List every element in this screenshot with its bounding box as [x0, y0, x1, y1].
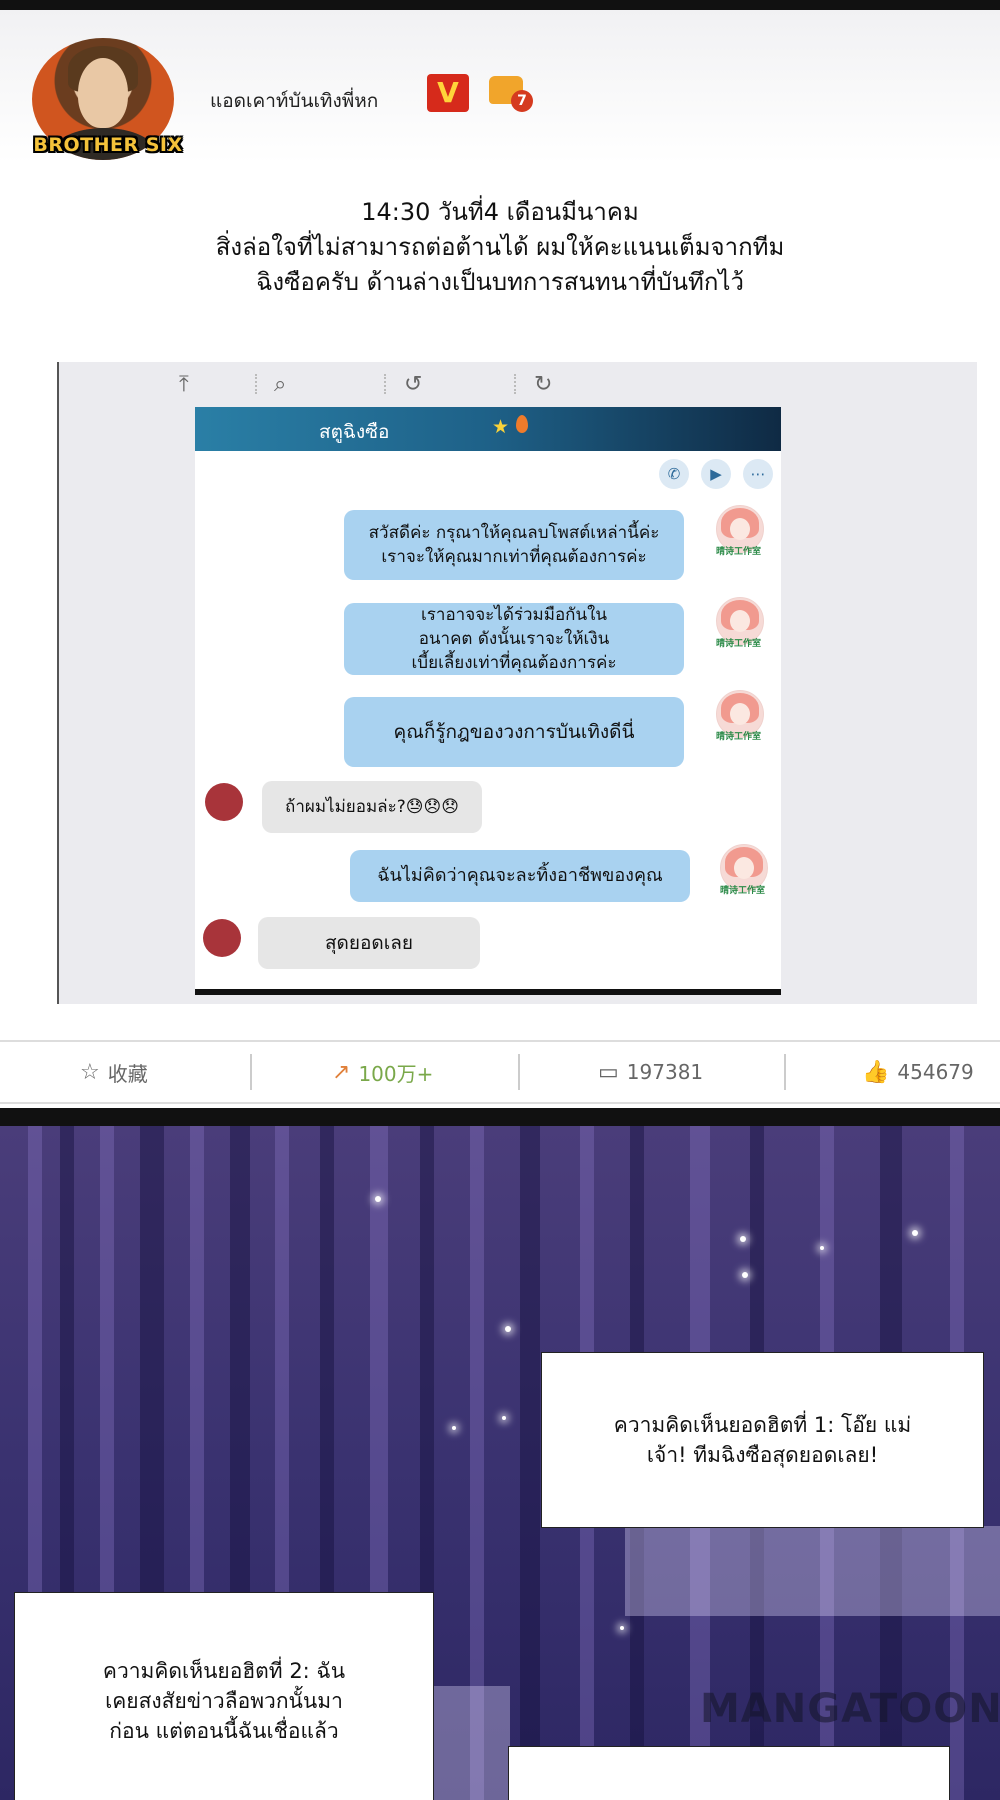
chat-header: สตูฉิงซือ ★: [195, 407, 781, 451]
share-button[interactable]: ↗ 100万+: [332, 1042, 433, 1102]
fire-icon: [516, 415, 528, 433]
favorite-button[interactable]: ☆ 收藏: [80, 1042, 148, 1102]
verified-badge: V: [427, 74, 469, 112]
top-bar: [0, 0, 1000, 10]
user-avatar[interactable]: [203, 919, 241, 957]
like-count: 454679: [897, 1060, 974, 1084]
comment-count: 197381: [626, 1060, 704, 1084]
message-bubble: สวัสดีค่ะ กรุณาให้คุณลบโพสต์เหล่านี้ค่ะ …: [344, 510, 684, 580]
profile-avatar[interactable]: BROTHER SIX: [28, 38, 182, 162]
redo-icon[interactable]: ↻: [534, 372, 552, 397]
message-bubble: คุณก็รู้กฎของวงการบันเทิงดีนี่: [344, 697, 684, 767]
like-button[interactable]: 👍 454679: [862, 1042, 974, 1102]
comment-button[interactable]: ▭ 197381: [598, 1042, 703, 1102]
avatar-tag: 晴诗工作室: [716, 547, 762, 557]
contact-name: สตูฉิงซือ: [319, 421, 390, 443]
star-icon: ★: [492, 416, 510, 438]
message-bubble: ถ้าผมไม่ยอมล่ะ?😓😞😞: [262, 781, 482, 833]
thumbs-up-icon: 👍: [862, 1059, 890, 1085]
share-count: 100万+: [358, 1061, 434, 1086]
star-outline-icon: ☆: [80, 1059, 100, 1085]
crown-level-icon: 7: [485, 72, 535, 114]
video-icon[interactable]: ▶: [701, 459, 731, 489]
more-icon[interactable]: ⋯: [743, 459, 773, 489]
post-text: 14:30 วันที่4 เดือนมีนาคม สิ่งล่อใจที่ไม…: [60, 195, 940, 300]
username[interactable]: แอดเคาท์บันเทิงพี่หก: [210, 86, 378, 116]
avatar-tag: 晴诗工作室: [716, 639, 762, 649]
watermark: MANGATOON: [700, 1686, 1000, 1732]
message-bubble: เราอาจจะได้ร่วมมือกันใน อนาคต ดังนั้นเรา…: [344, 603, 684, 675]
comment-caption-2: ความคิดเห็นยอฮิตที่ 2: ฉัน เคยสงสัยข่าวล…: [14, 1592, 434, 1800]
post-line-3: ฉิงซือครับ ด้านล่างเป็นบทการสนทนาที่บันท…: [256, 268, 744, 296]
avatar-tag: 晴诗工作室: [720, 886, 766, 896]
user-avatar[interactable]: [205, 783, 243, 821]
comic-panel: ความคิดเห็นยอดฮิตที่ 1: โอ๊ย แม่ เจ้า! ท…: [0, 1126, 1000, 1800]
chat-bottom-bar: [195, 989, 781, 995]
post-line-2: สิ่งล่อใจที่ไม่สามารถต่อต้านได้ ผมให้คะแ…: [215, 233, 785, 261]
favorite-label: 收藏: [107, 1061, 148, 1086]
comment-icon: ▭: [598, 1059, 619, 1085]
panel-divider: [0, 1108, 1000, 1126]
message-bubble: สุดยอดเลย: [258, 917, 480, 969]
upload-icon[interactable]: ⤒: [179, 372, 189, 397]
undo-icon[interactable]: ↺: [404, 372, 422, 397]
avatar-tag: 晴诗工作室: [716, 732, 762, 742]
phone-icon[interactable]: ✆: [659, 459, 689, 489]
search-icon[interactable]: ⌕: [274, 372, 286, 397]
avatar-label: BROTHER SIX: [33, 134, 183, 156]
post-line-1: 14:30 วันที่4 เดือนมีนาคม: [361, 198, 639, 226]
chat-window: สตูฉิงซือ ★ ✆ ▶ ⋯ สวัสดีค่ะ กรุณาให้คุณล…: [195, 407, 781, 995]
post-stats-bar: ☆ 收藏 ↗ 100万+ ▭ 197381 👍 454679: [0, 1040, 1000, 1104]
comment-caption-1: ความคิดเห็นยอดฮิตที่ 1: โอ๊ย แม่ เจ้า! ท…: [541, 1352, 984, 1528]
share-icon: ↗: [332, 1059, 351, 1085]
level-number: 7: [511, 90, 533, 112]
message-bubble: ฉันไม่คิดว่าคุณจะละทิ้งอาชีพของคุณ: [350, 850, 690, 902]
caption-box-empty: [508, 1746, 950, 1800]
